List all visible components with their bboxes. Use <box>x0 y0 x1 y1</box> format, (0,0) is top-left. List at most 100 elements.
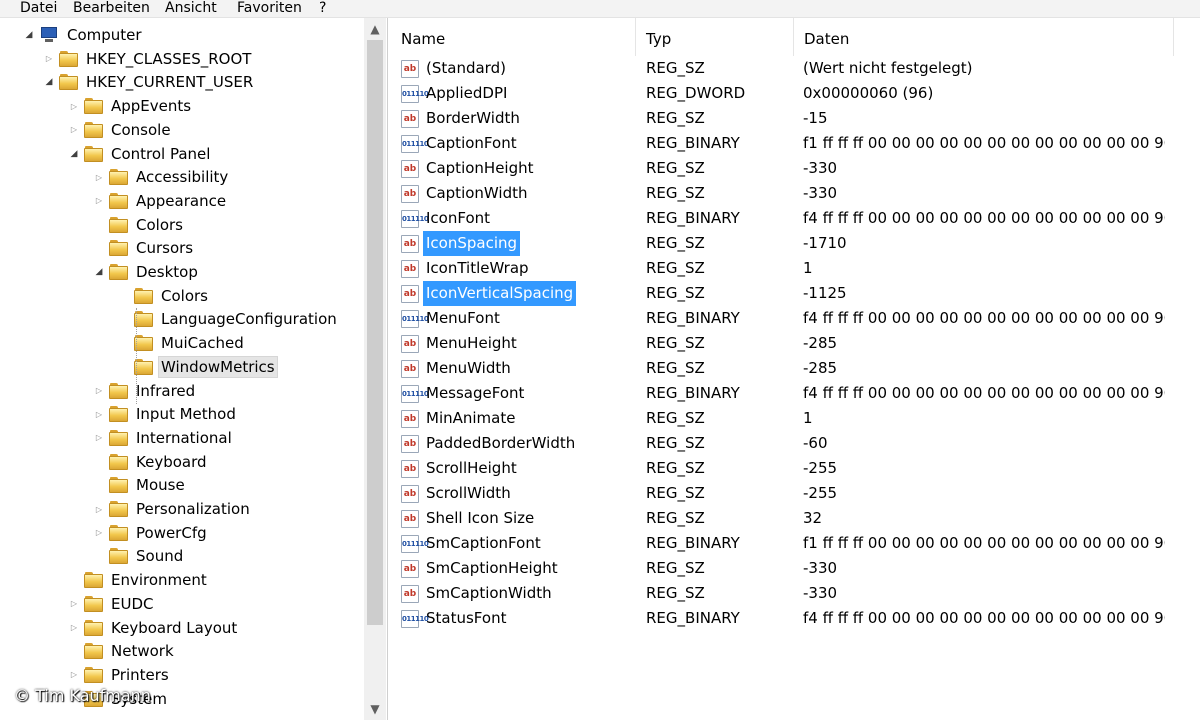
expand-arrow-icon[interactable]: ▷ <box>92 526 106 540</box>
tree-node-label[interactable]: AppEvents <box>108 95 194 117</box>
tree-node[interactable]: Environment <box>67 568 210 592</box>
tree-node[interactable]: LanguageConfiguration <box>117 307 340 331</box>
tree-node-label[interactable]: Keyboard Layout <box>108 617 240 639</box>
tree-node[interactable]: ▷ International <box>92 426 235 450</box>
scrollbar-thumb[interactable] <box>367 40 383 625</box>
table-row[interactable]: ab CaptionHeight REG_SZ -330 <box>391 156 1200 181</box>
table-row[interactable]: 011​110 AppliedDPI REG_DWORD 0x00000060 (96… <box>391 81 1200 106</box>
table-row[interactable]: ab ScrollHeight REG_SZ -255 <box>391 456 1200 481</box>
tree-node-label[interactable]: International <box>133 427 235 449</box>
tree-node-label[interactable]: PowerCfg <box>133 522 210 544</box>
tree-node[interactable]: WindowMetrics <box>117 355 278 379</box>
column-header-name[interactable]: Name <box>391 18 636 56</box>
table-row[interactable]: ab Shell Icon Size REG_SZ 32 <box>391 506 1200 531</box>
tree-node[interactable]: ▷ Printers <box>67 663 172 687</box>
tree-node[interactable]: ▷ HKEY_CLASSES_ROOT <box>42 47 254 71</box>
table-row[interactable]: ab IconTitleWrap REG_SZ 1 <box>391 256 1200 281</box>
tree-node[interactable]: ▷ Personalization <box>92 497 253 521</box>
column-header-data[interactable]: Daten <box>794 18 1174 56</box>
table-row[interactable]: 011​110 IconFont REG_BINARY f4 ff ff ff 00 … <box>391 206 1200 231</box>
tree-node[interactable]: ▷ Keyboard Layout <box>67 616 240 640</box>
table-row[interactable]: ab ScrollWidth REG_SZ -255 <box>391 481 1200 506</box>
tree-node[interactable]: Network <box>67 639 177 663</box>
menu-ansicht[interactable]: Ansicht <box>165 0 217 17</box>
expand-arrow-icon[interactable]: ▷ <box>67 123 81 137</box>
tree-node[interactable]: ▷ Appearance <box>92 189 229 213</box>
tree-node[interactable]: Keyboard <box>92 450 210 474</box>
tree-node-label[interactable]: Colors <box>133 214 186 236</box>
tree-node[interactable]: Sound <box>92 544 186 568</box>
expand-arrow-icon[interactable]: ▷ <box>67 668 81 682</box>
tree-node[interactable]: ▷ Console <box>67 118 174 142</box>
tree-node-label[interactable]: WindowMetrics <box>158 355 278 378</box>
expand-arrow-icon[interactable]: ▷ <box>92 170 106 184</box>
table-row[interactable]: ab MinAnimate REG_SZ 1 <box>391 406 1200 431</box>
tree-node[interactable]: Colors <box>117 284 211 308</box>
expand-arrow-icon[interactable]: ▷ <box>67 597 81 611</box>
table-row[interactable]: 011​110 MessageFont REG_BINARY f4 ff ff ff … <box>391 381 1200 406</box>
expand-arrow-icon[interactable]: ▷ <box>92 431 106 445</box>
tree-node-label[interactable]: Input Method <box>133 403 239 425</box>
tree-node-label[interactable]: LanguageConfiguration <box>158 308 340 330</box>
table-row[interactable]: ab SmCaptionHeight REG_SZ -330 <box>391 556 1200 581</box>
tree-node[interactable]: ▷ EUDC <box>67 592 156 616</box>
tree-node-label[interactable]: HKEY_CLASSES_ROOT <box>83 48 254 70</box>
tree-node-label[interactable]: Personalization <box>133 498 253 520</box>
tree-node-label[interactable]: Printers <box>108 664 172 686</box>
tree-node[interactable]: ▷ Infrared <box>92 379 198 403</box>
tree-node-label[interactable]: Colors <box>158 285 211 307</box>
expand-arrow-icon[interactable]: ▷ <box>92 407 106 421</box>
collapse-arrow-icon[interactable]: ◢ <box>22 28 36 42</box>
table-row[interactable]: ab MenuHeight REG_SZ -285 <box>391 331 1200 356</box>
tree-node-label[interactable]: Computer <box>64 24 145 46</box>
tree-node-label[interactable]: Keyboard <box>133 451 210 473</box>
collapse-arrow-icon[interactable]: ◢ <box>92 265 106 279</box>
column-header-type[interactable]: Typ <box>636 18 794 56</box>
tree-node[interactable]: Mouse <box>92 473 188 497</box>
tree-node-label[interactable]: Accessibility <box>133 166 231 188</box>
tree-node-label[interactable]: HKEY_CURRENT_USER <box>83 71 256 93</box>
table-row[interactable]: ab MenuWidth REG_SZ -285 <box>391 356 1200 381</box>
tree-node-label[interactable]: Appearance <box>133 190 229 212</box>
tree-node-label[interactable]: Environment <box>108 569 210 591</box>
tree-node-label[interactable]: Sound <box>133 545 186 567</box>
table-row[interactable]: ab (Standard) REG_SZ (Wert nicht festgelegt… <box>391 56 1200 81</box>
menu-help[interactable]: ? <box>319 0 326 17</box>
tree-node-label[interactable]: Console <box>108 119 174 141</box>
tree-node[interactable]: ◢ Desktop <box>92 260 201 284</box>
tree-node[interactable]: ▷ Input Method <box>92 402 239 426</box>
tree-node[interactable]: ◢ Computer <box>22 23 145 47</box>
expand-arrow-icon[interactable]: ▷ <box>92 502 106 516</box>
menu-bearbeiten[interactable]: Bearbeiten <box>73 0 150 17</box>
tree-node-label[interactable]: Desktop <box>133 261 201 283</box>
menu-favoriten[interactable]: Favoriten <box>237 0 302 17</box>
collapse-arrow-icon[interactable]: ◢ <box>42 75 56 89</box>
table-row[interactable]: ab IconVerticalSpacing REG_SZ -1125 <box>391 281 1200 306</box>
table-row[interactable]: ab CaptionWidth REG_SZ -330 <box>391 181 1200 206</box>
tree-node-label[interactable]: MuiCached <box>158 332 247 354</box>
tree-node-label[interactable]: EUDC <box>108 593 156 615</box>
menu-datei[interactable]: Datei <box>20 0 57 17</box>
table-row[interactable]: ab PaddedBorderWidth REG_SZ -60 <box>391 431 1200 456</box>
scroll-up-icon[interactable]: ▲ <box>364 20 386 38</box>
table-row[interactable]: 011​110 StatusFont REG_BINARY f4 ff ff ff 0… <box>391 606 1200 631</box>
tree-node-label[interactable]: Cursors <box>133 237 196 259</box>
tree-node-label[interactable]: Infrared <box>133 380 198 402</box>
table-row[interactable]: ab SmCaptionWidth REG_SZ -330 <box>391 581 1200 606</box>
tree-node-label[interactable]: Control Panel <box>108 143 213 165</box>
tree-node[interactable]: Cursors <box>92 236 196 260</box>
expand-arrow-icon[interactable]: ▷ <box>42 52 56 66</box>
tree-node[interactable]: ◢ Control Panel <box>67 142 213 166</box>
table-row[interactable]: 011​110 CaptionFont REG_BINARY f1 ff ff ff … <box>391 131 1200 156</box>
tree-node[interactable]: Colors <box>92 213 186 237</box>
table-row[interactable]: 011​110 SmCaptionFont REG_BINARY f1 ff ff f… <box>391 531 1200 556</box>
expand-arrow-icon[interactable]: ▷ <box>67 99 81 113</box>
tree-node[interactable]: ▷ Accessibility <box>92 165 231 189</box>
tree-scrollbar[interactable]: ▲ ▼ <box>364 18 386 720</box>
table-row[interactable]: ab IconSpacing REG_SZ -1710 <box>391 231 1200 256</box>
expand-arrow-icon[interactable]: ▷ <box>92 384 106 398</box>
table-row[interactable]: ab BorderWidth REG_SZ -15 <box>391 106 1200 131</box>
collapse-arrow-icon[interactable]: ◢ <box>67 147 81 161</box>
tree-node[interactable]: ▷ PowerCfg <box>92 521 210 545</box>
tree-node-label[interactable]: Mouse <box>133 474 188 496</box>
